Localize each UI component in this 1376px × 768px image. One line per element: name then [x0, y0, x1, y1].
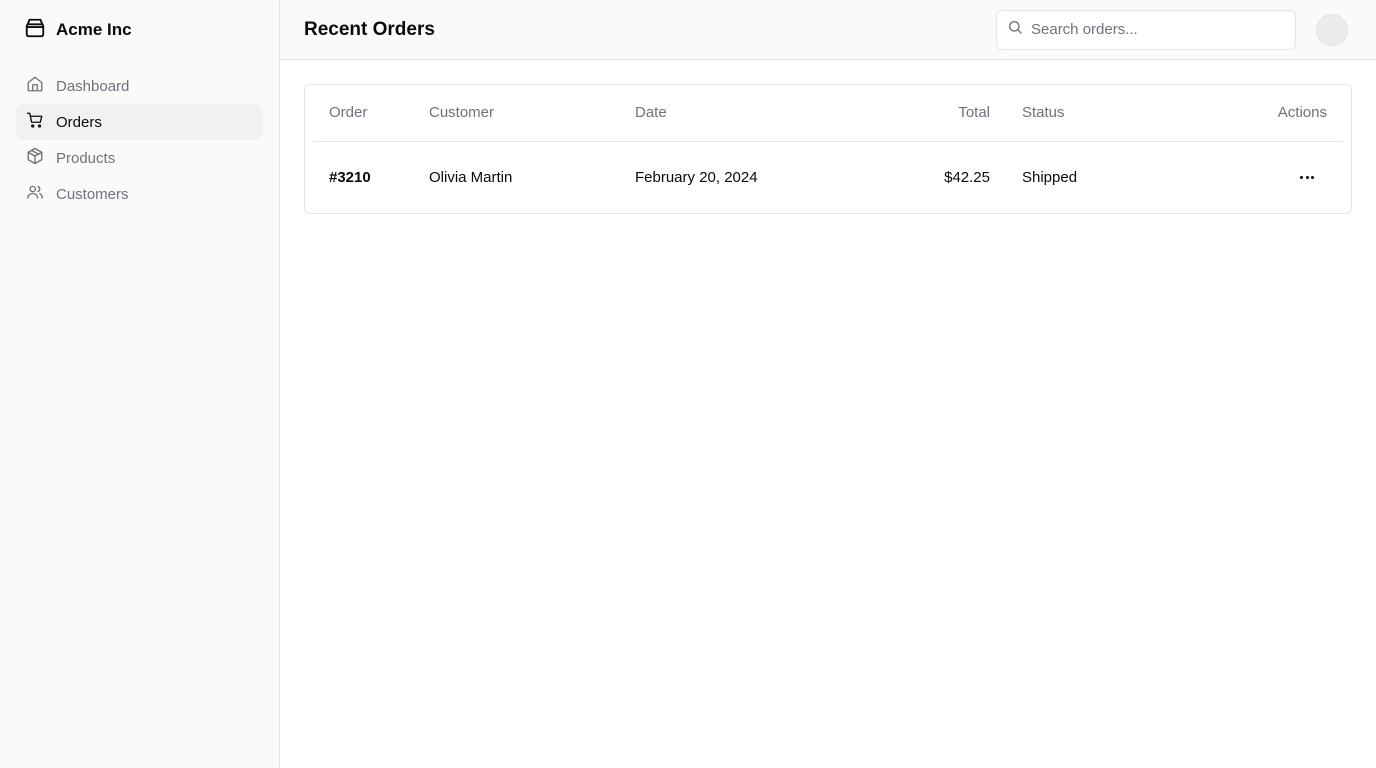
brand[interactable]: Acme Inc: [16, 0, 263, 60]
orders-card: Order Customer Date Total Status Actions…: [304, 84, 1352, 214]
content: Order Customer Date Total Status Actions…: [280, 60, 1376, 238]
sidebar-item-products[interactable]: Products: [16, 140, 263, 176]
users-icon: [26, 183, 44, 205]
sidebar-item-label: Dashboard: [56, 77, 130, 95]
page-title: Recent Orders: [304, 18, 435, 40]
brand-name: Acme Inc: [56, 20, 132, 39]
date-cell: February 20, 2024: [635, 168, 758, 186]
column-header-total: Total: [864, 85, 1006, 142]
top-header: Recent Orders: [280, 0, 1376, 60]
sidebar-item-customers[interactable]: Customers: [16, 176, 263, 212]
store-icon: [24, 17, 46, 44]
search-icon: [1007, 19, 1023, 40]
avatar[interactable]: [1316, 13, 1348, 46]
column-header-order: Order: [313, 85, 413, 142]
cart-icon: [26, 111, 44, 133]
home-icon: [26, 75, 44, 97]
column-header-date: Date: [619, 85, 864, 142]
table-header-row: Order Customer Date Total Status Actions: [313, 85, 1343, 142]
more-horizontal-icon: [1299, 175, 1315, 179]
order-id-cell: #3210: [329, 168, 371, 186]
sidebar-item-label: Products: [56, 149, 116, 167]
actions-cell: [1146, 141, 1343, 213]
search-input[interactable]: [1031, 21, 1285, 38]
sidebar-item-orders[interactable]: Orders: [16, 104, 263, 140]
sidebar-nav: Dashboard Orders Products Customers: [16, 68, 263, 212]
main-area: Recent Orders Order Custo: [280, 0, 1376, 768]
row-actions-button[interactable]: [1293, 163, 1321, 191]
column-header-status: Status: [1006, 85, 1146, 142]
sidebar-item-label: Orders: [56, 113, 102, 131]
customer-cell: Olivia Martin: [429, 168, 513, 186]
status-cell: Shipped: [1022, 168, 1078, 186]
orders-table: Order Customer Date Total Status Actions…: [313, 85, 1343, 213]
sidebar-item-dashboard[interactable]: Dashboard: [16, 68, 263, 104]
package-icon: [26, 147, 44, 169]
sidebar: Acme Inc Dashboard Orders Products Custo…: [0, 0, 280, 768]
table-row[interactable]: #3210 Olivia Martin February 20, 2024 $4…: [313, 141, 1343, 213]
app-shell: Acme Inc Dashboard Orders Products Custo…: [0, 0, 1376, 768]
column-header-actions: Actions: [1146, 85, 1343, 142]
sidebar-item-label: Customers: [56, 185, 129, 203]
search-box[interactable]: [996, 9, 1296, 50]
total-cell: $42.25: [944, 168, 990, 186]
column-header-customer: Customer: [413, 85, 619, 142]
